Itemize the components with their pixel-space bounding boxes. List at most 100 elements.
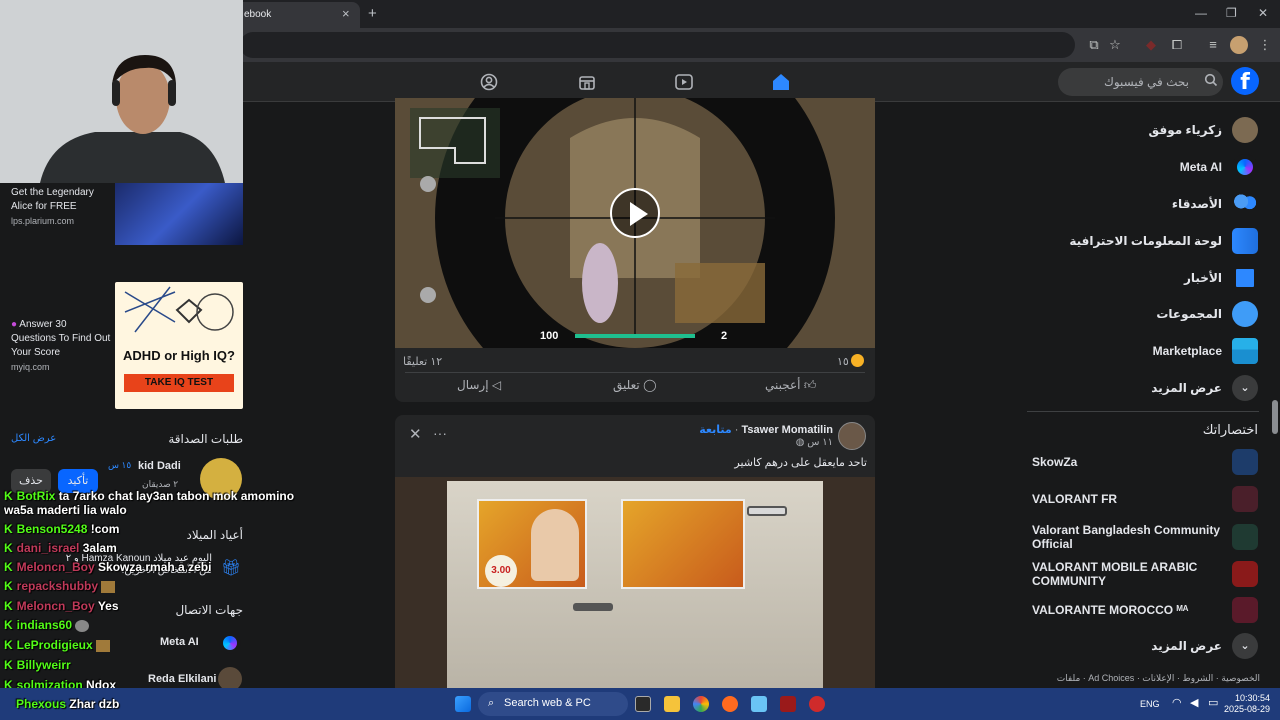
author-avatar[interactable]: [838, 422, 866, 450]
page-scrollbar[interactable]: [1271, 66, 1279, 686]
sidebar-item-news[interactable]: الأخبار: [1184, 264, 1258, 292]
clock-date: 2025-08-29: [1224, 704, 1271, 714]
app-icon[interactable]: [751, 696, 767, 712]
ad-source[interactable]: lps.plarium.com: [11, 216, 74, 226]
file-explorer-icon[interactable]: [664, 696, 680, 712]
shortcut-item[interactable]: VALORANT FR: [1032, 485, 1258, 513]
see-all-link[interactable]: عرض الكل: [11, 433, 56, 444]
sidebar-item-label: Meta AI: [1179, 160, 1222, 174]
extension-icon[interactable]: ◆: [1142, 36, 1160, 54]
chat-message: K Meloncn_Boy Skowza rmah a zebi: [4, 560, 211, 574]
post-author[interactable]: Tsawer Momatilin: [742, 424, 833, 436]
restore-icon[interactable]: ❐: [1226, 6, 1237, 20]
shortcut-item[interactable]: VALORANTE MOROCCO ᴹᴬ: [1032, 596, 1258, 624]
facebook-search-input[interactable]: بحث في فيسبوك: [1058, 68, 1223, 96]
chat-user: LeProdigieux: [16, 638, 93, 652]
hud-ammo: 2: [721, 330, 728, 342]
sidebar-item-meta-ai[interactable]: Meta AI: [1180, 153, 1258, 181]
hud-health: 100: [540, 330, 559, 342]
shortcut-label: SkowZa: [1032, 455, 1078, 469]
send-button[interactable]: إرسال ◁: [457, 378, 501, 392]
shortcut-label: VALORANTE MOROCCO ᴹᴬ: [1032, 603, 1189, 617]
footer-links[interactable]: الخصوصية · الشروط · الإعلانات · Ad Choic…: [1030, 672, 1260, 684]
install-app-icon[interactable]: ⧉: [1085, 36, 1103, 54]
contact-name[interactable]: Reda Elkilani: [148, 673, 216, 685]
follow-link[interactable]: متابعة: [699, 424, 731, 436]
comment-label: تعليق: [613, 378, 640, 392]
kick-badge-icon: K: [4, 489, 13, 503]
firefox-icon[interactable]: [722, 696, 738, 712]
extensions-puzzle-icon[interactable]: ⧠: [1168, 36, 1186, 54]
like-button[interactable]: أعجبني 👍︎: [765, 378, 816, 393]
ad-image[interactable]: [115, 183, 243, 245]
contact-name[interactable]: Meta AI: [160, 636, 199, 648]
chat-message: Kindians60: [4, 618, 90, 632]
browser-tab[interactable]: ebook: [232, 2, 360, 28]
language-indicator[interactable]: ENG: [1140, 699, 1160, 709]
chat-message: Phexous Zhar dzb: [16, 697, 119, 711]
sidebar-item-groups[interactable]: المجموعات: [1156, 300, 1258, 328]
like-label: أعجبني: [765, 378, 801, 392]
taskbar-clock[interactable]: 10:30:54 2025-08-29: [1224, 693, 1270, 715]
chrome-icon[interactable]: [693, 696, 709, 712]
more-options-icon[interactable]: ···: [433, 425, 447, 441]
tab-close-icon[interactable]: ×: [342, 6, 350, 21]
reaction-count[interactable]: ١٥: [837, 355, 849, 368]
profile-avatar-icon[interactable]: [1230, 36, 1248, 54]
minimize-icon[interactable]: —: [1195, 6, 1207, 20]
sidebar-see-more[interactable]: ⌄ عرض المزيد: [1151, 374, 1258, 402]
friend-requests-title: طلبات الصداقة: [168, 432, 243, 446]
facebook-logo[interactable]: f: [1231, 67, 1259, 95]
brain-icon: ●: [11, 319, 18, 330]
bookmark-star-icon[interactable]: ☆: [1106, 36, 1124, 54]
taskbar-search[interactable]: Search web & PC: [478, 692, 628, 716]
battery-icon[interactable]: ▭: [1208, 696, 1218, 709]
chat-message: K BotRix ta 7arko chat lay3an tabon mok a…: [4, 489, 294, 503]
browser-menu-icon[interactable]: ⋮: [1256, 36, 1274, 54]
shortcut-item[interactable]: Valorant Bangladesh Community Official: [1032, 521, 1258, 553]
home-nav-icon[interactable]: [770, 72, 792, 92]
post-image[interactable]: 3.00: [395, 477, 875, 688]
media-control-icon[interactable]: ≡: [1204, 36, 1222, 54]
close-post-icon[interactable]: ✕: [409, 425, 422, 443]
ad-cta-button[interactable]: TAKE IQ TEST: [124, 374, 234, 392]
kick-badge-icon: K: [4, 579, 13, 593]
sidebar-item-marketplace[interactable]: Marketplace: [1153, 337, 1258, 365]
shortcut-item[interactable]: SkowZa: [1032, 448, 1258, 476]
ad-source[interactable]: myiq.com: [11, 362, 50, 372]
chat-message: K LeProdigieux: [4, 638, 111, 652]
shortcut-avatar: [1232, 561, 1258, 587]
scrollbar-thumb[interactable]: [1272, 400, 1278, 434]
wifi-icon[interactable]: ◠: [1172, 696, 1182, 709]
shortcut-item[interactable]: VALORANT MOBILE ARABIC COMMUNITY: [1032, 558, 1258, 590]
sidebar-item-profile[interactable]: زكرياء موفق: [1149, 116, 1258, 144]
volume-icon[interactable]: ◀: [1190, 696, 1198, 709]
marketplace-nav-icon[interactable]: [576, 72, 598, 92]
address-field[interactable]: [240, 32, 1075, 58]
close-window-icon[interactable]: ✕: [1258, 6, 1268, 20]
ad-text[interactable]: Get the Legendary Alice for FREE: [11, 186, 111, 214]
task-view-icon[interactable]: [635, 696, 651, 712]
video-nav-icon[interactable]: [673, 72, 695, 92]
app-icon[interactable]: [780, 696, 796, 712]
post-time[interactable]: ◍ ١١ س: [796, 437, 833, 448]
shortcut-avatar: [1232, 486, 1258, 512]
play-button[interactable]: [610, 188, 660, 238]
kick-badge-icon: K: [4, 560, 13, 574]
shortcuts-see-more[interactable]: ⌄ عرض المزيد: [1151, 632, 1258, 660]
profile-nav-icon[interactable]: [478, 72, 500, 92]
windows-start-icon[interactable]: [455, 696, 471, 712]
comment-button[interactable]: تعليق ◯: [613, 378, 657, 392]
sidebar-item-professional-dashboard[interactable]: لوحة المعلومات الاحترافية: [1069, 227, 1258, 255]
new-tab-icon[interactable]: +: [368, 5, 377, 22]
chat-text: Skowza rmah a zebi: [98, 560, 212, 574]
chat-text: Zhar dzb: [69, 697, 120, 711]
post-video[interactable]: 100 2: [395, 98, 875, 348]
request-name[interactable]: kid Dadi: [138, 460, 181, 472]
comments-count[interactable]: ١٢ تعليقًا: [403, 355, 442, 368]
sidebar-item-friends[interactable]: الأصدقاء: [1172, 190, 1258, 218]
app-icon[interactable]: [809, 696, 825, 712]
birthdays-title: أعياد الميلاد: [186, 528, 243, 542]
ad-text[interactable]: ● Answer 30 Questions To Find Out Your S…: [11, 318, 111, 360]
kick-badge-icon: K: [4, 522, 13, 536]
